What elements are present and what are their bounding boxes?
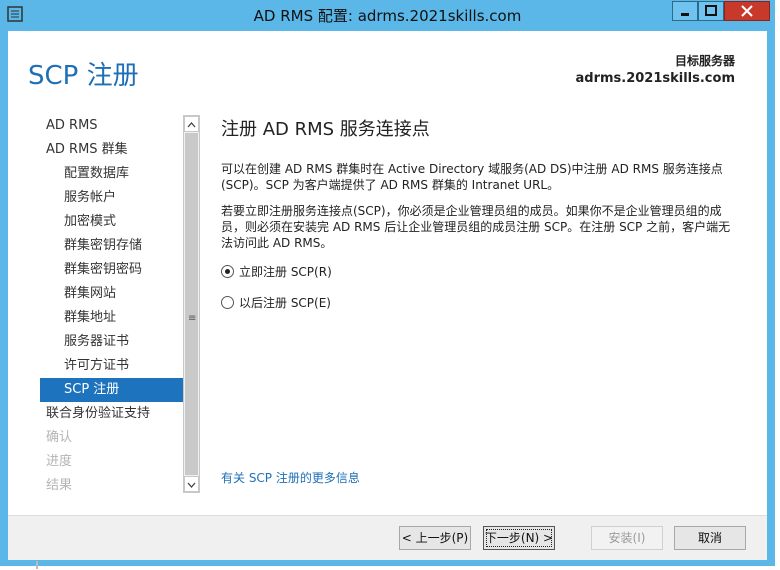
maximize-button[interactable]	[698, 1, 724, 21]
previous-button[interactable]: < 上一步(P)	[399, 526, 471, 550]
register-later-radio[interactable]	[221, 296, 234, 309]
wizard-nav: AD RMS AD RMS 群集 配置数据库 服务帐户 加密模式 群集密钥存储 …	[40, 114, 183, 498]
grip-icon: ≡	[188, 313, 197, 324]
nav-item-ad-rms[interactable]: AD RMS	[40, 114, 183, 138]
taskbar-edge	[36, 561, 38, 569]
minimize-button[interactable]	[672, 1, 698, 21]
nav-item-config-database[interactable]: 配置数据库	[40, 162, 183, 186]
wizard-footer: < 上一步(P) 下一步(N) > 安装(I) 取消	[8, 515, 767, 560]
page-title: SCP 注册	[28, 61, 139, 91]
scroll-down-button[interactable]	[184, 476, 199, 492]
nav-item-server-certificate[interactable]: 服务器证书	[40, 330, 183, 354]
nav-item-federation-support[interactable]: 联合身份验证支持	[40, 402, 183, 426]
nav-item-service-account[interactable]: 服务帐户	[40, 186, 183, 210]
destination-server-label: 目标服务器	[674, 54, 735, 68]
nav-item-ad-rms-cluster[interactable]: AD RMS 群集	[40, 138, 183, 162]
nav-item-scp-registration[interactable]: SCP 注册	[40, 378, 183, 402]
next-button[interactable]: 下一步(N) >	[483, 526, 555, 550]
nav-item-cluster-address[interactable]: 群集地址	[40, 306, 183, 330]
maximize-icon	[705, 5, 717, 16]
content-title: 注册 AD RMS 服务连接点	[221, 119, 430, 140]
nav-item-progress: 进度	[46, 454, 73, 469]
register-later-label[interactable]: 以后注册 SCP(E)	[239, 294, 331, 311]
close-button[interactable]	[724, 1, 770, 21]
more-info-link[interactable]: 有关 SCP 注册的更多信息	[221, 469, 360, 486]
window-title: AD RMS 配置: adrms.2021skills.com	[253, 7, 522, 25]
register-now-radio[interactable]	[221, 265, 234, 278]
nav-item-cluster-key-password[interactable]: 群集密钥密码	[40, 258, 183, 282]
close-icon	[741, 5, 753, 17]
install-button: 安装(I)	[591, 526, 663, 550]
scroll-up-button[interactable]	[184, 116, 199, 132]
nav-item-crypto-mode[interactable]: 加密模式	[40, 210, 183, 234]
requirement-paragraph: 若要立即注册服务连接点(SCP)，你必须是企业管理员组的成员。如果你不是企业管理…	[221, 204, 731, 250]
nav-item-cluster-website[interactable]: 群集网站	[40, 282, 183, 306]
minimize-icon	[681, 13, 689, 16]
nav-item-cluster-key-storage[interactable]: 群集密钥存储	[40, 234, 183, 258]
nav-item-results: 结果	[46, 478, 73, 493]
config-window: AD RMS 配置: adrms.2021skills.com SCP 注册 目…	[0, 0, 775, 566]
nav-scrollbar[interactable]: ≡	[183, 115, 200, 493]
cancel-button[interactable]: 取消	[674, 526, 746, 550]
title-bar[interactable]: AD RMS 配置: adrms.2021skills.com	[0, 0, 775, 30]
nav-item-licensor-certificate[interactable]: 许可方证书	[40, 354, 183, 378]
dialog-client-area: SCP 注册 目标服务器 adrms.2021skills.com AD RMS…	[8, 31, 767, 560]
register-now-label[interactable]: 立即注册 SCP(R)	[239, 263, 332, 280]
chevron-down-icon	[187, 482, 196, 488]
scrollbar-thumb[interactable]: ≡	[185, 133, 198, 475]
destination-server-name: adrms.2021skills.com	[575, 71, 735, 86]
description-paragraph: 可以在创建 AD RMS 群集时在 Active Directory 域服务(A…	[221, 162, 723, 192]
chevron-up-icon	[187, 122, 196, 128]
nav-item-confirmation: 确认	[46, 430, 73, 445]
